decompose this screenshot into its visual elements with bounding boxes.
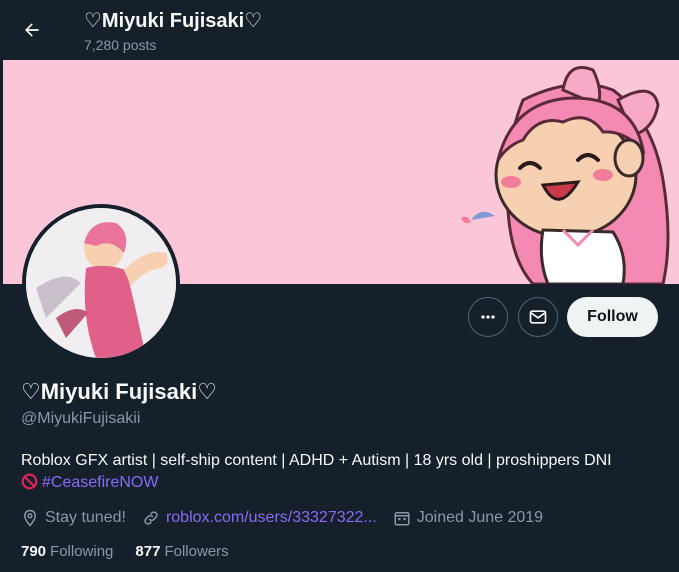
link-icon bbox=[144, 511, 158, 525]
envelope-icon bbox=[529, 310, 547, 324]
display-name: ♡Miyuki Fujisaki♡ bbox=[21, 379, 217, 404]
joined-text: Joined June 2019 bbox=[416, 509, 544, 526]
website-item: roblox.com/users/33327322... bbox=[142, 509, 377, 527]
no-entry-icon bbox=[21, 473, 38, 490]
following-link[interactable]: 790 Following bbox=[21, 543, 113, 560]
avatar-artwork bbox=[26, 208, 176, 358]
following-count: 790 bbox=[21, 543, 47, 560]
more-horizontal-icon bbox=[481, 315, 495, 319]
follow-button[interactable]: Follow bbox=[567, 297, 658, 337]
post-count: 7,280 posts bbox=[84, 37, 157, 53]
hashtag-link[interactable]: #CeasefireNOW bbox=[42, 474, 158, 491]
more-options-button[interactable] bbox=[468, 297, 508, 337]
profile-bio: Roblox GFX artist | self-ship content | … bbox=[21, 450, 671, 494]
followers-link[interactable]: 877 Followers bbox=[135, 543, 228, 560]
back-button[interactable] bbox=[14, 12, 50, 48]
user-handle: @MiyukiFujisakii bbox=[21, 410, 141, 427]
location-text: Stay tuned! bbox=[45, 509, 126, 526]
follow-stats: 790 Following 877 Followers bbox=[21, 543, 251, 560]
calendar-icon bbox=[394, 512, 410, 526]
message-button[interactable] bbox=[518, 297, 558, 337]
followers-label: Followers bbox=[164, 543, 229, 560]
location-pin-icon bbox=[23, 509, 37, 527]
website-link[interactable]: roblox.com/users/33327322... bbox=[166, 509, 377, 527]
following-label: Following bbox=[50, 543, 114, 560]
bio-hashtag-line: #CeasefireNOW bbox=[21, 472, 671, 494]
arrow-left-icon bbox=[25, 23, 39, 37]
bio-text: Roblox GFX artist | self-ship content | … bbox=[21, 452, 612, 469]
location-item: Stay tuned! bbox=[21, 509, 126, 527]
header-title: ♡Miyuki Fujisaki♡ bbox=[84, 10, 263, 32]
profile-header-bar: ♡Miyuki Fujisaki♡ 7,280 posts bbox=[0, 0, 679, 60]
followers-count: 877 bbox=[135, 543, 161, 560]
profile-avatar[interactable] bbox=[22, 204, 180, 362]
profile-meta: Stay tuned! roblox.com/users/33327322...… bbox=[21, 507, 559, 529]
joined-item: Joined June 2019 bbox=[393, 509, 543, 527]
